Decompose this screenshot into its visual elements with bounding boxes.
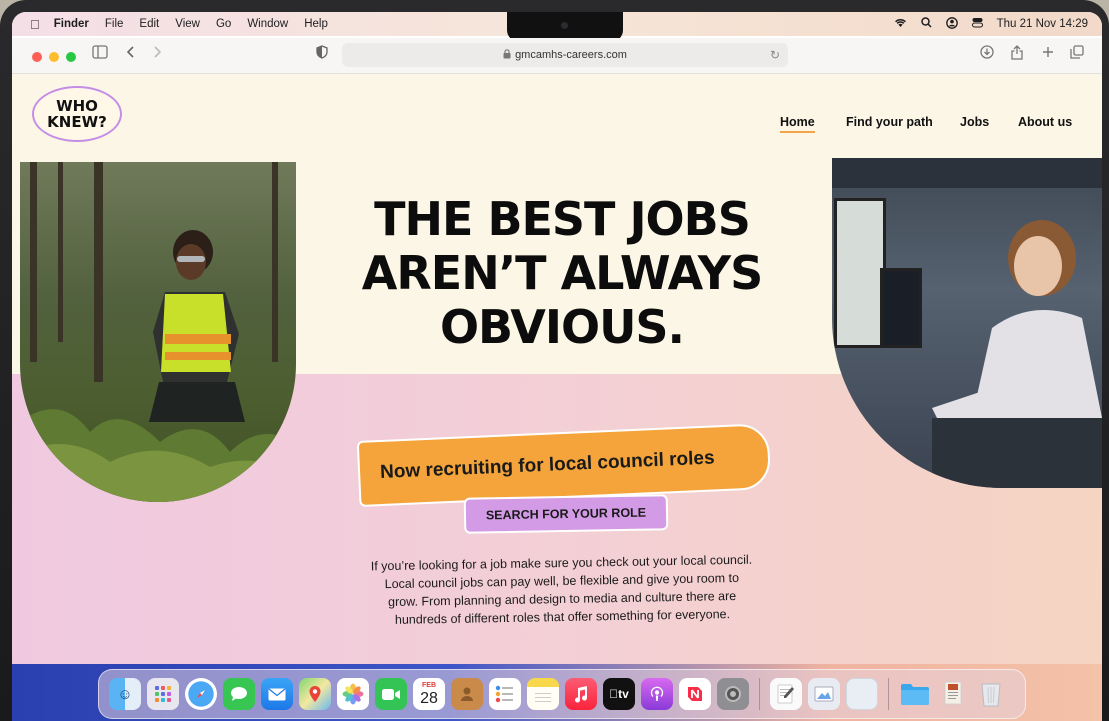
music-icon[interactable] [565,678,597,710]
site-logo[interactable]: WHO KNEW? [32,86,122,142]
nav-jobs[interactable]: Jobs [960,115,989,129]
hero-headline: THE BEST JOBS AREN’T ALWAYS OBVIOUS. [292,192,832,354]
mail-icon[interactable] [261,678,293,710]
screen:  Finder File Edit View Go Window Help T… [12,12,1102,721]
menu-finder[interactable]: Finder [54,18,89,30]
url-text: gmcamhs-careers.com [515,49,627,61]
lock-icon [503,48,511,62]
close-window-button[interactable] [32,52,42,62]
document-stack-icon[interactable] [937,678,969,710]
menu-view[interactable]: View [175,18,200,30]
reminders-icon[interactable] [489,678,521,710]
menu-help[interactable]: Help [304,18,328,30]
nav-home[interactable]: Home [780,115,815,133]
logo-line-1: WHO [56,97,98,115]
control-center-icon[interactable] [971,17,983,31]
preview-icon[interactable] [808,678,840,710]
apple-icon[interactable]:  [30,17,40,32]
downloads-icon[interactable] [980,45,994,63]
browser-toolbar: gmcamhs-careers.com ↻ [12,38,1102,74]
folder-icon[interactable] [899,678,931,710]
nav-about-us[interactable]: About us [1018,115,1072,129]
tab-overview-icon[interactable] [1070,45,1084,63]
dock-separator [759,678,760,710]
safari-icon[interactable] [185,678,217,710]
nav-find-your-path[interactable]: Find your path [846,115,933,129]
menu-edit[interactable]: Edit [139,18,159,30]
headline-line-2: AREN’T ALWAYS [361,246,763,300]
logo-line-2: KNEW? [47,113,107,131]
window-controls [32,52,76,62]
search-role-button[interactable]: SEARCH FOR YOUR ROLE [463,494,669,534]
textedit-icon[interactable] [770,678,802,710]
reload-icon[interactable]: ↻ [770,48,780,62]
menu-go[interactable]: Go [216,18,231,30]
sidebar-toggle-icon[interactable] [92,45,108,63]
messages-icon[interactable] [223,678,255,710]
back-icon[interactable] [126,45,136,63]
wifi-icon[interactable] [894,17,907,31]
launchpad-icon[interactable] [147,678,179,710]
blank-window-icon[interactable] [846,678,878,710]
camera-icon [561,22,568,29]
new-tab-icon[interactable] [1042,45,1054,62]
maps-icon[interactable] [299,678,331,710]
calendar-icon[interactable]: FEB 28 [413,678,445,710]
forest-worker-photo [20,162,296,502]
dock: ☺ FEB 28 tv [98,669,1026,719]
menu-file[interactable]: File [105,18,124,30]
intro-paragraph: If you’re looking for a job make sure yo… [356,550,767,629]
calendar-month: FEB [422,681,436,689]
zoom-window-button[interactable] [66,52,76,62]
user-account-icon[interactable] [945,16,958,32]
share-icon[interactable] [1011,45,1023,64]
podcasts-icon[interactable] [641,678,673,710]
apple-logo-icon:  [609,687,618,701]
address-bar[interactable]: gmcamhs-careers.com ↻ [342,43,788,67]
dock-separator-2 [888,678,889,710]
privacy-shield-icon[interactable] [316,45,328,63]
headline-line-3: OBVIOUS. [439,300,685,354]
web-page: WHO KNEW? Home Find your path Jobs About… [12,74,1102,664]
photos-icon[interactable] [337,678,369,710]
clock[interactable]: Thu 21 Nov 14:29 [997,18,1088,30]
menu-window[interactable]: Window [247,18,288,30]
forward-icon[interactable] [152,45,162,63]
notes-icon[interactable] [527,678,559,710]
news-icon[interactable] [679,678,711,710]
contacts-icon[interactable] [451,678,483,710]
calendar-day: 28 [420,689,438,707]
headline-line-1: THE BEST JOBS [374,192,751,246]
finder-icon[interactable]: ☺ [109,678,141,710]
trash-icon[interactable] [975,678,1007,710]
system-settings-icon[interactable] [717,678,749,710]
facetime-icon[interactable] [375,678,407,710]
spotlight-search-icon[interactable] [920,17,932,31]
apple-tv-icon[interactable]:  tv [603,678,635,710]
minimize-window-button[interactable] [49,52,59,62]
apple-tv-label: tv [613,687,629,701]
